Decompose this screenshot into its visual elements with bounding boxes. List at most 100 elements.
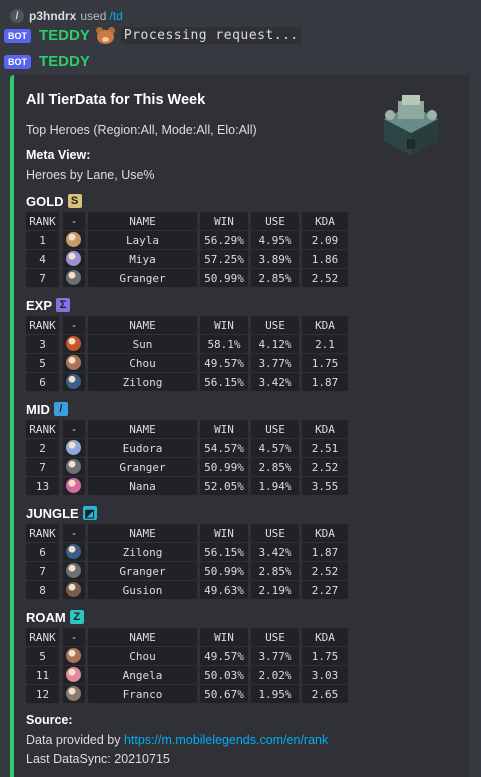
- hero-rank-cell: 7: [26, 562, 59, 580]
- hero-kda-cell: 1.87: [302, 373, 348, 391]
- hero-kda-cell: 2.52: [302, 562, 348, 580]
- hero-avatar-icon: [66, 563, 81, 578]
- column-header-rank: RANK: [26, 524, 59, 542]
- bot-badge: BOT: [4, 54, 31, 69]
- tierdata-embed: All TierData for This Week Top Heroes (R…: [10, 75, 470, 777]
- bear-emoji-icon: [95, 27, 115, 44]
- hero-name-cell: Granger: [88, 562, 197, 580]
- hero-avatar-cell: [63, 231, 85, 249]
- reply-reference[interactable]: / p3hndrx used /td: [10, 8, 123, 24]
- hero-name-cell: Franco: [88, 685, 197, 703]
- hero-avatar-cell: [63, 477, 85, 495]
- hero-avatar-icon: [66, 232, 81, 247]
- invoking-username[interactable]: p3hndrx: [29, 9, 76, 23]
- used-text: used: [80, 9, 107, 23]
- hero-avatar-icon: [66, 544, 81, 559]
- hero-rank-cell: 1: [26, 231, 59, 249]
- source-link[interactable]: https://m.mobilelegends.com/en/rank: [124, 733, 328, 747]
- hero-avatar-icon: [66, 648, 81, 663]
- bot-username[interactable]: TEDDY: [39, 27, 90, 44]
- bot-message-header: BOT TEDDY: [4, 53, 90, 70]
- hero-name-cell: Zilong: [88, 543, 197, 561]
- column-header-win: WIN: [200, 316, 248, 334]
- hero-name-cell: Sun: [88, 335, 197, 353]
- hero-win-cell: 54.57%: [200, 439, 248, 457]
- hero-rank-cell: 13: [26, 477, 59, 495]
- hero-rank-cell: 5: [26, 647, 59, 665]
- column-header-dash: -: [63, 524, 85, 542]
- column-header-dash: -: [63, 628, 85, 646]
- hero-kda-cell: 1.75: [302, 647, 348, 665]
- hero-rank-cell: 6: [26, 543, 59, 561]
- hero-use-cell: 2.85%: [251, 562, 299, 580]
- hero-kda-cell: 2.1: [302, 335, 348, 353]
- column-header-name: NAME: [88, 524, 197, 542]
- hero-avatar-icon: [66, 478, 81, 493]
- lane-title: ROAM Z: [26, 609, 84, 625]
- column-header-name: NAME: [88, 420, 197, 438]
- hero-avatar-cell: [63, 647, 85, 665]
- hero-avatar-cell: [63, 581, 85, 599]
- hero-use-cell: 3.89%: [251, 250, 299, 268]
- hero-win-cell: 56.15%: [200, 373, 248, 391]
- slash-command-icon: /: [10, 9, 24, 23]
- hero-win-cell: 49.57%: [200, 354, 248, 372]
- column-header-name: NAME: [88, 212, 197, 230]
- hero-name-cell: Chou: [88, 647, 197, 665]
- lane-title-text: GOLD: [26, 193, 64, 209]
- hero-avatar-icon: [66, 374, 81, 389]
- hero-name-cell: Nana: [88, 477, 197, 495]
- hero-use-cell: 2.02%: [251, 666, 299, 684]
- column-header-rank: RANK: [26, 420, 59, 438]
- hero-name-cell: Layla: [88, 231, 197, 249]
- bot-username[interactable]: TEDDY: [39, 53, 90, 70]
- hero-avatar-icon: [66, 582, 81, 597]
- command-link[interactable]: /td: [109, 9, 122, 23]
- hero-rank-cell: 11: [26, 666, 59, 684]
- hero-name-cell: Angela: [88, 666, 197, 684]
- hero-avatar-icon: [66, 686, 81, 701]
- hero-name-cell: Eudora: [88, 439, 197, 457]
- lane-title: EXP Σ: [26, 297, 71, 313]
- hero-use-cell: 3.77%: [251, 647, 299, 665]
- meta-view-value: Heroes by Lane, Use%: [26, 168, 155, 182]
- hero-kda-cell: 2.51: [302, 439, 348, 457]
- hero-rank-cell: 7: [26, 269, 59, 287]
- fortress-thumbnail-image[interactable]: [376, 89, 446, 159]
- hero-avatar-cell: [63, 335, 85, 353]
- lane-title: GOLD S: [26, 193, 82, 209]
- hero-win-cell: 49.57%: [200, 647, 248, 665]
- hero-rank-cell: 3: [26, 335, 59, 353]
- hero-name-cell: Zilong: [88, 373, 197, 391]
- gold-lane-icon: S: [67, 194, 82, 208]
- lane-title: JUNGLE ◩: [26, 505, 97, 521]
- column-header-win: WIN: [200, 628, 248, 646]
- lane-title-text: JUNGLE: [26, 505, 79, 521]
- column-header-use: USE: [251, 628, 299, 646]
- hero-avatar-cell: [63, 354, 85, 372]
- hero-win-cell: 56.29%: [200, 231, 248, 249]
- hero-kda-cell: 2.27: [302, 581, 348, 599]
- column-header-use: USE: [251, 524, 299, 542]
- hero-kda-cell: 2.52: [302, 269, 348, 287]
- hero-kda-cell: 1.75: [302, 354, 348, 372]
- hero-kda-cell: 1.87: [302, 543, 348, 561]
- column-header-rank: RANK: [26, 316, 59, 334]
- hero-name-cell: Chou: [88, 354, 197, 372]
- column-header-dash: -: [63, 212, 85, 230]
- source-line: Data provided by https://m.mobilelegends…: [26, 733, 328, 747]
- hero-name-cell: Granger: [88, 269, 197, 287]
- hero-avatar-icon: [66, 336, 81, 351]
- column-header-dash: -: [63, 420, 85, 438]
- column-header-win: WIN: [200, 212, 248, 230]
- hero-use-cell: 4.95%: [251, 231, 299, 249]
- column-header-kda: KDA: [302, 316, 348, 334]
- roam-lane-icon: Z: [69, 610, 84, 624]
- hero-win-cell: 52.05%: [200, 477, 248, 495]
- hero-avatar-cell: [63, 685, 85, 703]
- hero-use-cell: 2.85%: [251, 269, 299, 287]
- hero-use-cell: 2.19%: [251, 581, 299, 599]
- column-header-kda: KDA: [302, 628, 348, 646]
- hero-avatar-cell: [63, 666, 85, 684]
- column-header-name: NAME: [88, 316, 197, 334]
